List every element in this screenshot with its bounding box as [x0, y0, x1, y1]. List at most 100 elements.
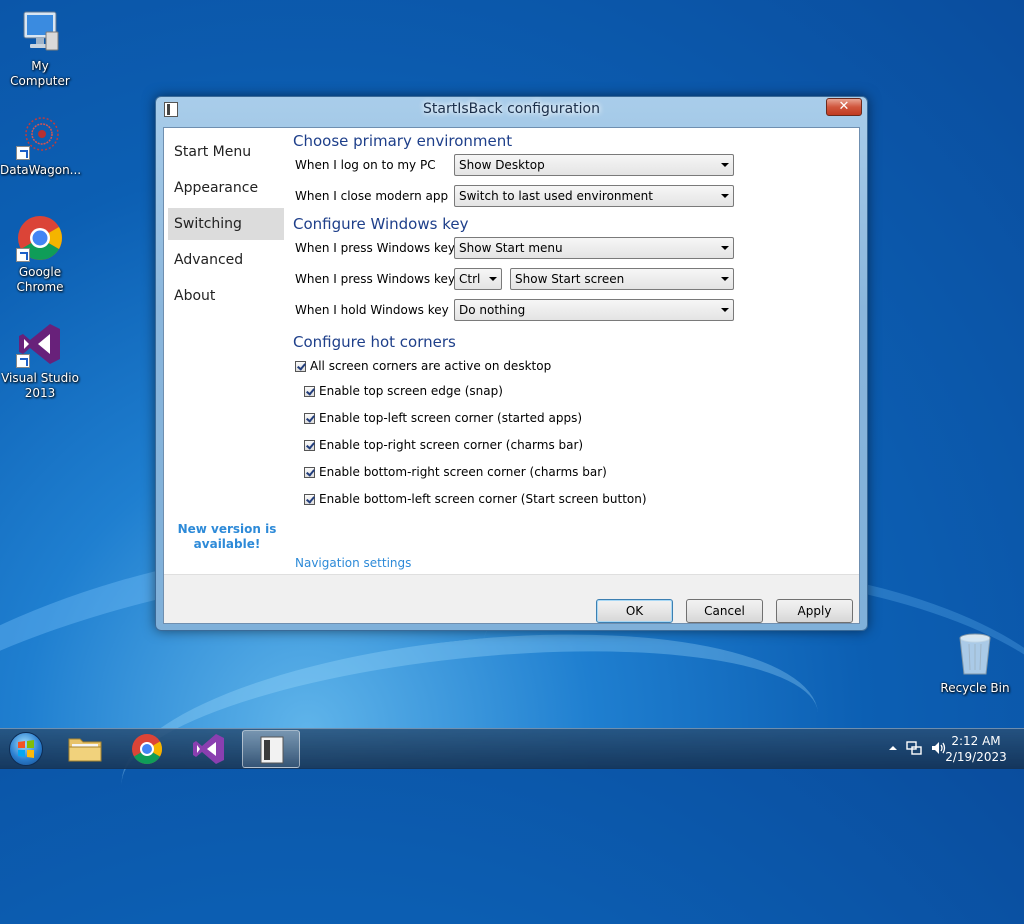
top-right-corner-checkbox[interactable]: Enable top-right screen corner (charms b… — [304, 438, 583, 452]
desktop-icon-label-line2: 2013 — [24, 386, 56, 400]
close-app-label: When I close modern app — [295, 189, 449, 203]
new-version-line1: New version is — [177, 522, 277, 536]
nav-item-appearance[interactable]: Appearance — [168, 172, 284, 204]
show-hidden-icons-icon[interactable] — [888, 743, 898, 753]
new-version-line2: available! — [193, 537, 261, 551]
top-left-corner-label: Enable top-left screen corner (started a… — [319, 411, 583, 425]
new-version-link[interactable]: New version is available! — [172, 522, 282, 552]
nav-item-advanced[interactable]: Advanced — [168, 244, 284, 276]
dialog-client-area: Start Menu Appearance Switching Advanced… — [163, 127, 860, 624]
clock-date: 2/19/2023 — [945, 750, 1007, 764]
apply-button[interactable]: Apply — [776, 599, 853, 623]
desktop-icon-label: My Computer — [10, 59, 70, 88]
desktop-icon-my-computer[interactable]: My Computer — [0, 8, 80, 89]
visual-studio-icon — [16, 320, 64, 368]
dropdown-arrow-icon — [721, 246, 729, 250]
datawagon-icon — [16, 112, 64, 160]
dropdown-arrow-icon — [721, 194, 729, 198]
modifier-key-dropdown-value: Ctrl — [459, 272, 481, 286]
desktop-icon-label-line2: Chrome — [16, 280, 64, 294]
press-winkey-plus-dropdown[interactable]: Show Start screen — [510, 268, 734, 290]
press-winkey-dropdown[interactable]: Show Start menu — [454, 237, 734, 259]
desktop-icon-visual-studio[interactable]: Visual Studio 2013 — [0, 320, 80, 401]
recycle-bin-icon — [951, 630, 999, 678]
nav-item-about[interactable]: About — [168, 280, 284, 312]
taskbar: 2:12 AM 2/19/2023 — [0, 728, 1024, 769]
desktop-icon-label-line1: Google — [18, 265, 62, 279]
shortcut-arrow-icon — [16, 354, 30, 368]
startisback-config-window: StartIsBack configuration ✕ Start Menu A… — [155, 96, 868, 631]
logon-label: When I log on to my PC — [295, 158, 436, 172]
title-bar[interactable]: StartIsBack configuration ✕ — [156, 97, 867, 123]
hold-winkey-label: When I hold Windows key — [295, 303, 449, 317]
cancel-button[interactable]: Cancel — [686, 599, 763, 623]
close-app-dropdown-value: Switch to last used environment — [459, 189, 653, 203]
checkbox-checked-icon — [304, 494, 315, 505]
checkbox-checked-icon — [304, 440, 315, 451]
system-tray: 2:12 AM 2/19/2023 — [884, 729, 1024, 769]
chrome-icon — [16, 214, 64, 262]
clock[interactable]: 2:12 AM 2/19/2023 — [940, 733, 1012, 765]
dialog-button-bar: OK Cancel Apply — [164, 574, 859, 623]
top-edge-checkbox[interactable]: Enable top screen edge (snap) — [304, 384, 503, 398]
desktop-icon-recycle-bin[interactable]: Recycle Bin — [940, 630, 1010, 696]
desktop-icon-label: DataWagon... — [0, 163, 82, 177]
dropdown-arrow-icon — [721, 163, 729, 167]
desktop-icon-label: Recycle Bin — [940, 681, 1010, 695]
chrome-icon — [132, 734, 163, 765]
top-edge-label: Enable top screen edge (snap) — [319, 384, 503, 398]
computer-icon — [16, 8, 64, 56]
top-left-corner-checkbox[interactable]: Enable top-left screen corner (started a… — [304, 411, 582, 425]
settings-nav: Start Menu Appearance Switching Advanced… — [168, 136, 284, 316]
desktop-icon-label-line1: Visual Studio — [1, 371, 79, 385]
shortcut-arrow-icon — [16, 248, 30, 262]
dropdown-arrow-icon — [489, 277, 497, 281]
start-button[interactable] — [9, 732, 43, 766]
logon-dropdown-value: Show Desktop — [459, 158, 545, 172]
ok-button[interactable]: OK — [596, 599, 673, 623]
modifier-key-dropdown[interactable]: Ctrl — [454, 268, 502, 290]
window-title: StartIsBack configuration — [423, 101, 600, 117]
windows-logo-icon — [18, 740, 34, 758]
taskbar-chrome-button[interactable] — [118, 730, 176, 768]
logon-dropdown[interactable]: Show Desktop — [454, 154, 734, 176]
bottom-left-corner-label: Enable bottom-left screen corner (Start … — [319, 492, 647, 506]
shortcut-arrow-icon — [16, 146, 30, 160]
desktop-icon-datawagon[interactable]: DataWagon... — [0, 112, 82, 178]
startisback-app-icon — [260, 736, 284, 764]
top-right-corner-label: Enable top-right screen corner (charms b… — [319, 438, 584, 452]
checkbox-checked-icon — [304, 467, 315, 478]
network-icon[interactable] — [906, 740, 922, 756]
press-winkey-label: When I press Windows key — [295, 241, 456, 255]
nav-item-start-menu[interactable]: Start Menu — [168, 136, 284, 168]
close-app-dropdown[interactable]: Switch to last used environment — [454, 185, 734, 207]
close-button[interactable]: ✕ — [826, 98, 862, 116]
dropdown-arrow-icon — [721, 308, 729, 312]
hold-winkey-dropdown[interactable]: Do nothing — [454, 299, 734, 321]
checkbox-checked-icon — [304, 386, 315, 397]
bottom-right-corner-label: Enable bottom-right screen corner (charm… — [319, 465, 607, 479]
hold-winkey-dropdown-value: Do nothing — [459, 303, 526, 317]
desktop-icon-google-chrome[interactable]: Google Chrome — [0, 214, 80, 295]
press-winkey-plus-label: When I press Windows key + — [295, 272, 469, 286]
bottom-right-corner-checkbox[interactable]: Enable bottom-right screen corner (charm… — [304, 465, 607, 479]
section-heading-hotcorners: Configure hot corners — [293, 333, 456, 351]
press-winkey-plus-dropdown-value: Show Start screen — [515, 272, 625, 286]
nav-item-switching[interactable]: Switching — [168, 208, 284, 240]
section-heading-primary: Choose primary environment — [293, 132, 513, 150]
checkbox-checked-icon — [304, 413, 315, 424]
taskbar-explorer-button[interactable] — [56, 730, 114, 768]
checkbox-checked-icon — [295, 361, 306, 372]
all-corners-checkbox[interactable]: All screen corners are active on desktop — [295, 359, 551, 373]
navigation-settings-link[interactable]: Navigation settings — [295, 556, 411, 570]
dropdown-arrow-icon — [721, 277, 729, 281]
bottom-left-corner-checkbox[interactable]: Enable bottom-left screen corner (Start … — [304, 492, 647, 506]
section-heading-winkey: Configure Windows key — [293, 215, 469, 233]
folder-icon — [68, 738, 102, 762]
all-corners-label: All screen corners are active on desktop — [310, 359, 552, 373]
taskbar-startisback-button[interactable] — [242, 730, 300, 768]
visual-studio-icon — [193, 734, 224, 764]
press-winkey-dropdown-value: Show Start menu — [459, 241, 563, 255]
clock-time: 2:12 AM — [951, 734, 1001, 748]
taskbar-visual-studio-button[interactable] — [180, 730, 238, 768]
